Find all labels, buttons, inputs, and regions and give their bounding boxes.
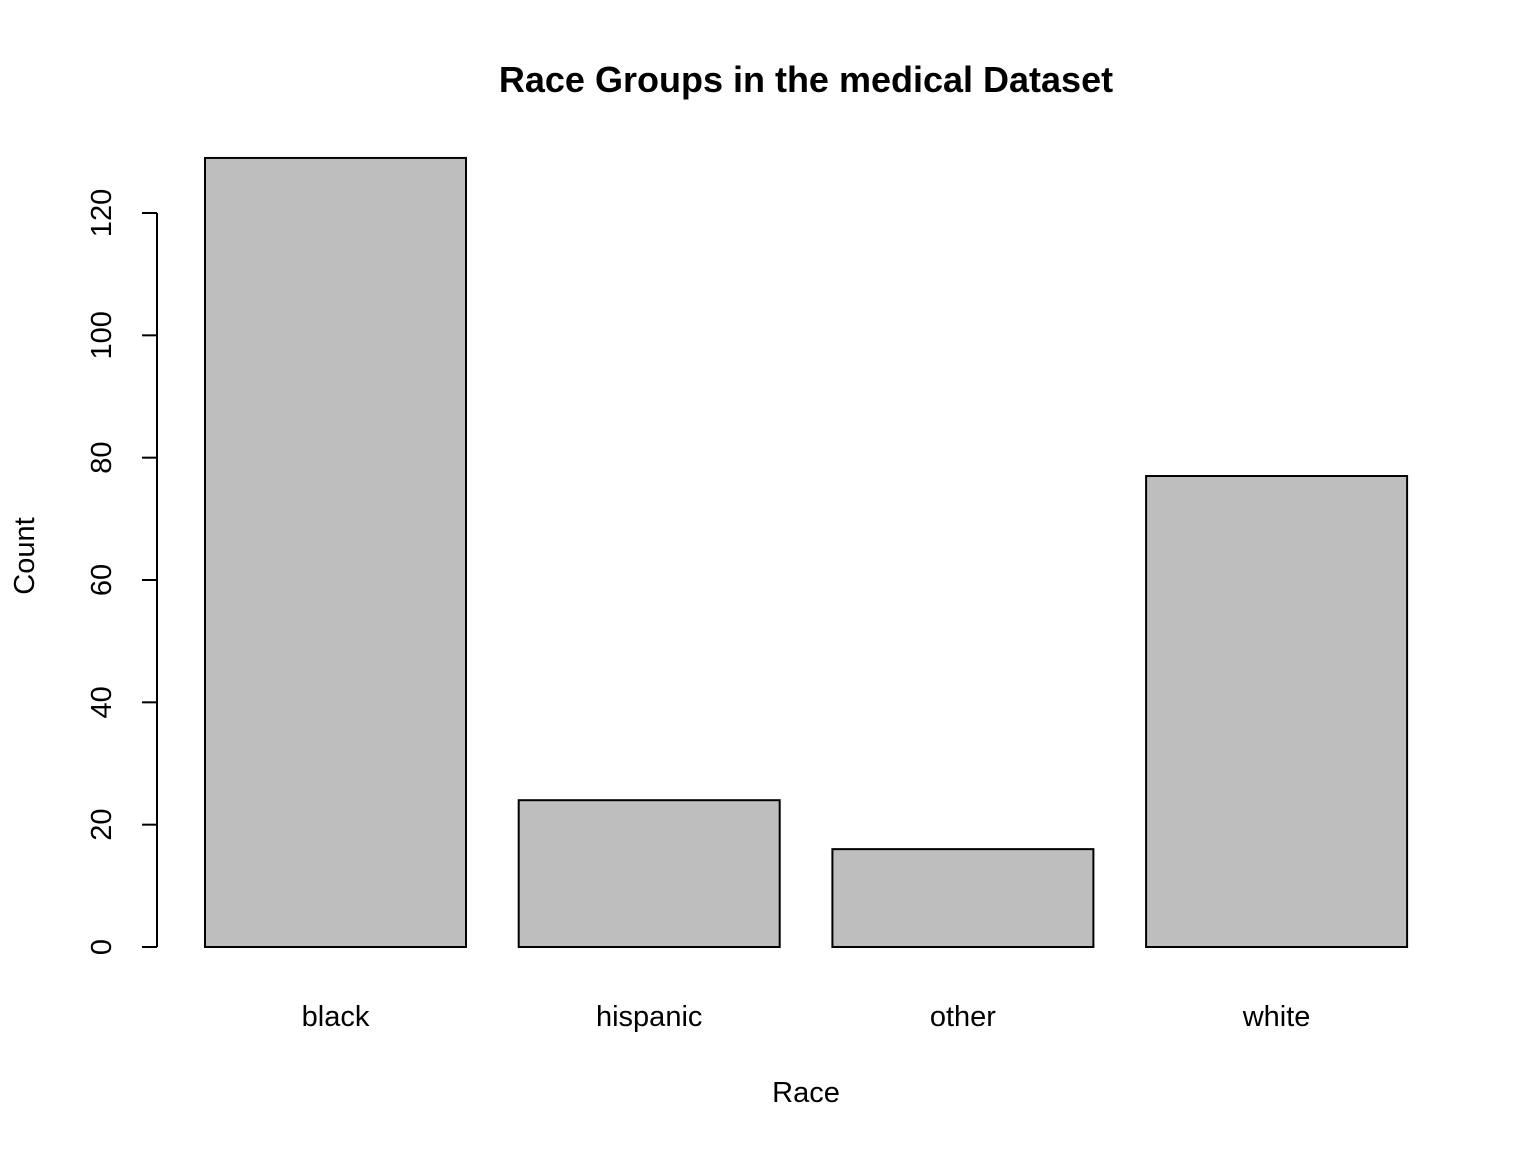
y-tick-label: 0: [86, 939, 118, 955]
chart-title: Race Groups in the medical Dataset: [499, 59, 1113, 100]
bar-hispanic: [517, 799, 781, 949]
x-tick-label: white: [1242, 1001, 1311, 1033]
bar-other: [831, 848, 1095, 949]
x-axis-label: Race: [772, 1077, 840, 1109]
y-axis: 0 20 40 60 80 100 120: [86, 189, 158, 955]
x-tick-label: other: [930, 1001, 996, 1033]
y-tick-label: 120: [86, 189, 118, 237]
y-tick-label: 40: [86, 686, 118, 718]
bar-chart: Race Groups in the medical Dataset Race …: [9, 59, 1409, 1109]
bar-black: [204, 156, 467, 948]
x-tick-label: black: [302, 1001, 370, 1033]
x-tick-labels: black hispanic other white: [302, 1001, 1311, 1033]
y-tick-label: 100: [86, 311, 118, 359]
y-tick-label: 80: [86, 442, 118, 474]
y-tick-label: 20: [86, 809, 118, 841]
bars: [204, 156, 1409, 949]
x-tick-label: hispanic: [596, 1001, 702, 1033]
bar-white: [1145, 475, 1409, 948]
y-tick-label: 60: [86, 564, 118, 596]
y-axis-label: Count: [9, 517, 41, 594]
